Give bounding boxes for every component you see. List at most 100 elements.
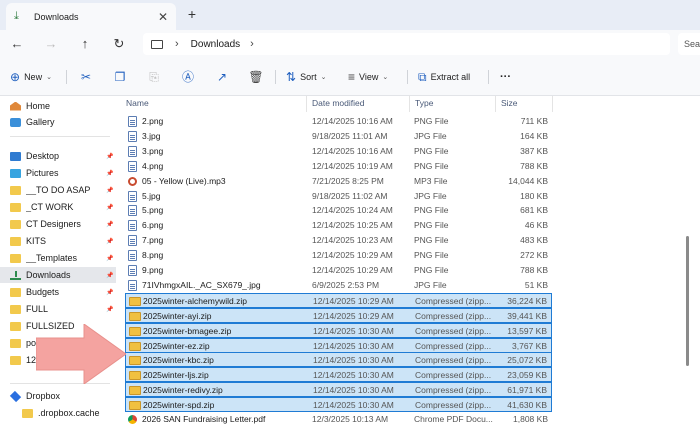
image-file-icon: [128, 279, 137, 291]
sort-button[interactable]: ⇅ Sort ⌄: [286, 69, 326, 85]
refresh-button[interactable]: ↻: [110, 36, 128, 52]
copy-icon[interactable]: ❐: [112, 69, 128, 85]
file-row[interactable]: 2025winter-ayi.zip 12/14/2025 10:29 AM Com…: [125, 307, 552, 323]
file-date: 12/14/2025 10:30 AM: [313, 385, 394, 396]
new-button[interactable]: ⊕ New ⌄: [10, 69, 52, 85]
file-name: 71IVhmgxAIL._AC_SX679_.jpg: [142, 279, 261, 290]
sidebar-item-home[interactable]: Home: [0, 98, 116, 114]
file-row[interactable]: 2025winter-bmagee.zip 12/14/2025 10:30 AM…: [125, 322, 552, 338]
file-row[interactable]: 2025winter-kbc.zip 12/14/2025 10:30 AM Com…: [125, 352, 552, 368]
folder-icon: [10, 185, 21, 195]
file-size: 13,597 KB: [507, 325, 547, 336]
file-row[interactable]: 2025winter-ljs.zip 12/14/2025 10:30 AM Com…: [125, 367, 552, 383]
sidebar-item-gallery[interactable]: Gallery: [0, 114, 116, 130]
file-row[interactable]: 7.png 12/14/2025 10:23 AM PNG File 483 KB: [125, 233, 552, 248]
file-row[interactable]: 3.jpg 9/18/2025 11:01 AM JPG File 164 KB: [125, 129, 552, 144]
file-size: 1,808 KB: [513, 414, 548, 424]
rename-icon[interactable]: Ⓐ: [180, 69, 196, 85]
file-row[interactable]: 5.png 12/14/2025 10:24 AM PNG File 681 KB: [125, 203, 552, 218]
sidebar-item-ct-work[interactable]: _CT WORK 📌: [0, 199, 116, 215]
column-header-size[interactable]: Size: [501, 98, 518, 108]
view-button[interactable]: ≡ View ⌄: [348, 69, 388, 85]
file-row[interactable]: 2025winter-ez.zip 12/14/2025 10:30 AM Comp…: [125, 337, 552, 353]
tab-title: Downloads: [34, 11, 79, 22]
file-row[interactable]: 9.png 12/14/2025 10:29 AM PNG File 788 KB: [125, 263, 552, 278]
address-field[interactable]: › Downloads ›: [143, 33, 670, 55]
share-icon[interactable]: ↗: [214, 69, 230, 85]
more-options-button[interactable]: ···: [500, 69, 511, 85]
image-file-icon: [128, 235, 137, 247]
divider[interactable]: [409, 96, 410, 112]
file-date: 12/14/2025 10:29 AM: [312, 265, 393, 275]
sidebar-item-budgets[interactable]: Budgets 📌: [0, 284, 116, 300]
command-bar: ⊕ New ⌄ ✂ ❐ ⎘ Ⓐ ↗ 🗑 ⇅ Sort ⌄ ≡ View ⌄ ⧉ …: [0, 58, 700, 96]
delete-icon[interactable]: 🗑: [248, 69, 264, 85]
file-row[interactable]: 2025winter-alchemywild.zip 12/14/2025 10:…: [125, 292, 552, 308]
file-row[interactable]: 5.jpg 9/18/2025 11:02 AM JPG File 180 KB: [125, 189, 552, 204]
file-size: 483 KB: [520, 235, 548, 246]
column-header-name[interactable]: Name: [126, 98, 149, 108]
extract-all-button[interactable]: ⧉ Extract all: [418, 69, 470, 85]
sidebar-item-desktop[interactable]: Desktop 📌: [0, 148, 116, 164]
chevron-right-icon[interactable]: ›: [250, 38, 254, 50]
paste-icon[interactable]: ⎘: [146, 69, 162, 85]
folder-icon: [10, 202, 21, 212]
sort-icon: ⇅: [286, 70, 297, 84]
file-size: 180 KB: [520, 190, 548, 201]
pin-icon: 📌: [106, 289, 114, 296]
file-row[interactable]: 2025winter-redivy.zip 12/14/2025 10:30 AM…: [125, 382, 552, 398]
sidebar-item-dropbox-cache[interactable]: .dropbox.cache: [0, 405, 116, 421]
breadcrumb-downloads[interactable]: Downloads: [191, 39, 240, 50]
sidebar-item-templates[interactable]: __Templates 📌: [0, 250, 116, 266]
extract-icon: ⧉: [418, 69, 427, 84]
search-input[interactable]: Sea: [678, 33, 700, 55]
file-type: PNG File: [414, 145, 449, 156]
new-tab-button[interactable]: +: [184, 6, 200, 22]
view-label: View: [359, 72, 379, 82]
file-type: JPG File: [414, 190, 447, 201]
file-row[interactable]: 2.png 12/14/2025 10:16 AM PNG File 711 KB: [125, 114, 552, 129]
file-row[interactable]: 05 - Yellow (Live).mp3 7/21/2025 8:25 PM M…: [125, 174, 552, 189]
sidebar-item-downloads[interactable]: Downloads 📌: [0, 267, 116, 283]
pin-icon: 📌: [106, 221, 114, 228]
sidebar-item-to-do-asap[interactable]: __TO DO ASAP 📌: [0, 182, 116, 198]
file-row[interactable]: 71IVhmgxAIL._AC_SX679_.jpg 6/9/2025 2:53 …: [125, 278, 552, 293]
file-type: PNG File: [414, 160, 449, 171]
divider[interactable]: [306, 96, 307, 112]
file-row[interactable]: 8.png 12/14/2025 10:29 AM PNG File 272 KB: [125, 248, 552, 263]
file-row[interactable]: 6.png 12/14/2025 10:25 AM PNG File 46 KB: [125, 218, 552, 233]
file-date: 12/14/2025 10:29 AM: [313, 295, 394, 306]
sidebar-item-full[interactable]: FULL 📌: [0, 301, 116, 317]
divider[interactable]: [552, 96, 553, 112]
sidebar-item-kits[interactable]: KITS 📌: [0, 233, 116, 249]
pictures-icon: [10, 168, 21, 178]
file-type: Compressed (zipp...: [415, 325, 492, 336]
sidebar-item-ct-designers[interactable]: CT Designers 📌: [0, 216, 116, 232]
divider[interactable]: [495, 96, 496, 112]
cut-icon[interactable]: ✂: [78, 69, 94, 85]
file-type: Compressed (zipp...: [415, 355, 492, 366]
column-header-type[interactable]: Type: [415, 98, 433, 108]
file-name: 9.png: [142, 265, 164, 275]
sidebar-item-pictures[interactable]: Pictures 📌: [0, 165, 116, 181]
sidebar-item-label: Home: [26, 101, 51, 111]
file-row[interactable]: 2026 SAN Fundraising Letter.pdf 12/3/2025…: [125, 412, 552, 427]
up-button[interactable]: ↑: [76, 36, 94, 51]
close-tab-icon[interactable]: ✕: [158, 10, 168, 24]
file-size: 788 KB: [520, 265, 548, 275]
column-header-row: Name Date modified Type Size: [122, 96, 680, 112]
forward-button[interactable]: →: [42, 36, 60, 51]
tab-downloads[interactable]: ⤓ Downloads ✕: [6, 3, 176, 30]
file-row[interactable]: 3.png 12/14/2025 10:16 AM PNG File 387 KB: [125, 144, 552, 159]
zip-folder-icon: [129, 296, 141, 306]
chevron-down-icon: ⌄: [382, 74, 389, 81]
file-date: 12/3/2025 10:13 AM: [312, 414, 389, 424]
column-header-date[interactable]: Date modified: [312, 98, 364, 108]
sidebar-item-dropbox[interactable]: Dropbox: [0, 388, 116, 404]
back-button[interactable]: ←: [8, 36, 26, 51]
file-row[interactable]: 4.png 12/14/2025 10:19 AM PNG File 788 KB: [125, 159, 552, 174]
file-row[interactable]: 2025winter-spd.zip 12/14/2025 10:30 AM Com…: [125, 397, 552, 413]
file-name: 2025winter-bmagee.zip: [143, 325, 232, 336]
file-list-scrollbar[interactable]: [686, 236, 689, 366]
view-icon: ≡: [348, 70, 356, 84]
